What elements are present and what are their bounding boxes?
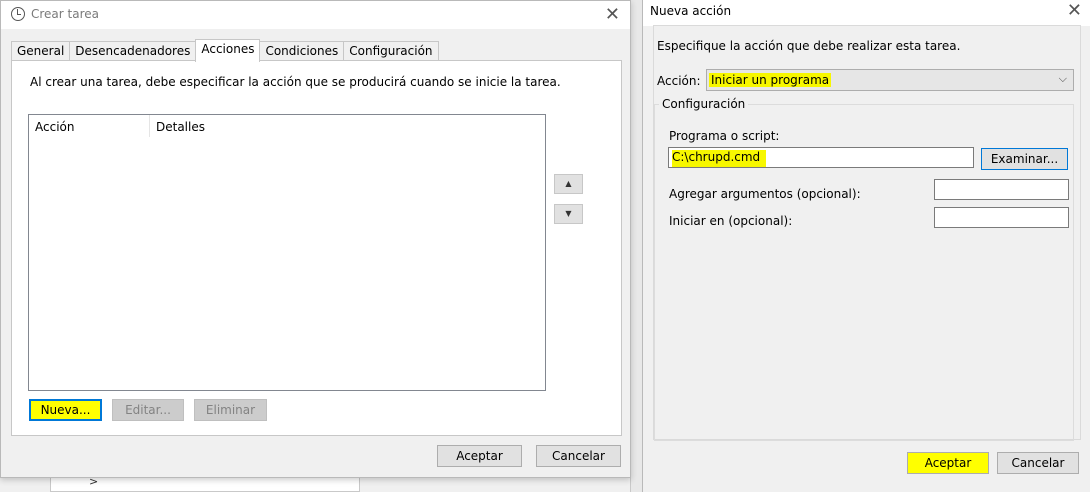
browse-button[interactable]: Examinar... — [981, 148, 1068, 170]
move-down-button[interactable]: ▼ — [554, 204, 583, 224]
create-task-titlebar: Crear tarea ✕ — [1, 1, 630, 29]
new-action-dialog: Nueva acción ✕ Especifique la acción que… — [642, 0, 1090, 492]
program-label: Programa o script: — [669, 129, 780, 143]
new-action-button[interactable]: Nueva... — [29, 399, 102, 421]
create-task-cancel-button[interactable]: Cancelar — [536, 445, 621, 467]
close-icon[interactable]: ✕ — [1067, 0, 1082, 21]
chevron-down-icon: ⌵ — [1058, 72, 1067, 85]
action-label: Acción: — [657, 74, 701, 88]
new-action-titlebar: Nueva acción ✕ — [643, 0, 1090, 26]
edit-action-button[interactable]: Editar... — [112, 399, 184, 421]
task-scheduler-icon — [11, 7, 25, 21]
tab-triggers[interactable]: Desencadenadores — [69, 41, 197, 61]
tab-actions[interactable]: Acciones — [195, 39, 261, 62]
tab-strip: General Desencadenadores Acciones Condic… — [11, 39, 439, 62]
chevron-down-icon: ▼ — [565, 209, 572, 218]
background-window-edge — [630, 0, 642, 492]
action-type-value: Iniciar un programa — [709, 73, 832, 87]
actions-list[interactable]: Acción Detalles — [28, 114, 546, 391]
column-header-action[interactable]: Acción — [29, 115, 80, 137]
move-up-button[interactable]: ▲ — [554, 174, 583, 194]
program-input[interactable]: C:\chrupd.cmd — [668, 147, 974, 168]
settings-group: Configuración Programa o script: C:\chru… — [654, 97, 1074, 441]
tab-conditions[interactable]: Condiciones — [259, 41, 345, 61]
new-action-cancel-button[interactable]: Cancelar — [997, 452, 1079, 474]
program-value: C:\chrupd.cmd — [672, 150, 767, 167]
actions-tab-panel: Al crear una tarea, debe especificar la … — [11, 60, 622, 436]
chevron-up-icon: ▲ — [565, 179, 572, 188]
settings-group-title: Configuración — [659, 97, 749, 111]
start-in-label: Iniciar en (opcional): — [669, 214, 793, 228]
new-action-content: Especifique la acción que debe realizar … — [653, 25, 1081, 441]
create-task-dialog: Crear tarea ✕ General Desencadenadores A… — [0, 0, 631, 478]
actions-intro-text: Al crear una tarea, debe especificar la … — [30, 75, 561, 89]
new-action-ok-button[interactable]: Aceptar — [907, 452, 989, 474]
tab-settings[interactable]: Configuración — [343, 41, 439, 61]
arguments-input[interactable] — [934, 179, 1069, 200]
close-icon[interactable]: ✕ — [605, 4, 620, 25]
new-action-title: Nueva acción — [650, 4, 732, 18]
start-in-input[interactable] — [934, 207, 1069, 228]
create-task-ok-button[interactable]: Aceptar — [437, 445, 522, 467]
instruction-text: Especifique la acción que debe realizar … — [657, 39, 961, 53]
tab-general[interactable]: General — [11, 41, 71, 61]
action-type-select[interactable]: Iniciar un programa ⌵ — [706, 69, 1074, 91]
arguments-label: Agregar argumentos (opcional): — [669, 187, 861, 201]
create-task-title: Crear tarea — [31, 7, 99, 21]
delete-action-button[interactable]: Eliminar — [194, 399, 267, 421]
column-header-details[interactable]: Detalles — [150, 115, 211, 137]
